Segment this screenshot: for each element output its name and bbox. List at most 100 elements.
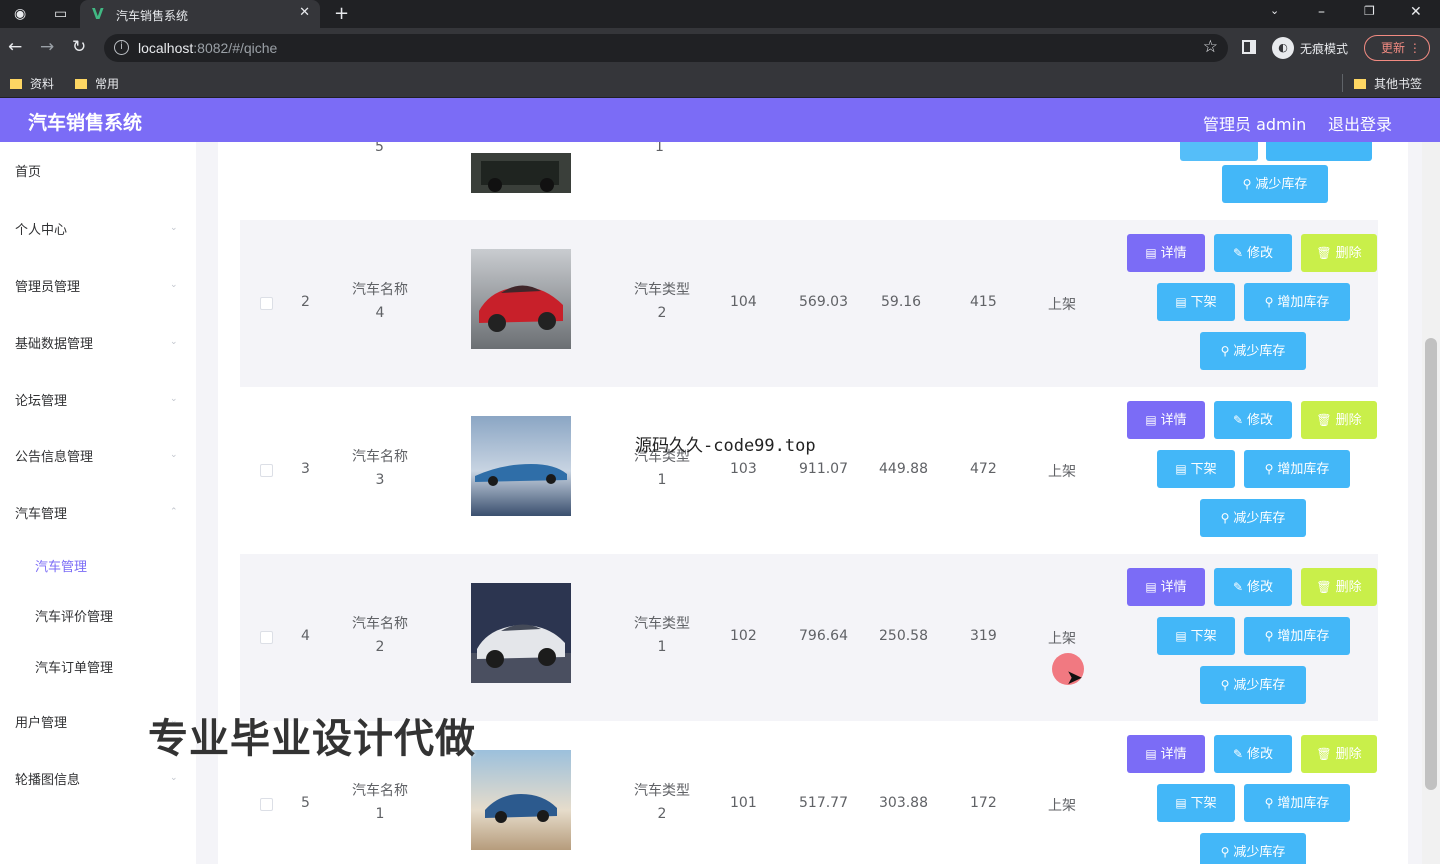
detail-button[interactable]: ▤ 详情 [1127,401,1205,439]
window-close-icon[interactable]: ✕ [1410,4,1422,20]
reload-icon[interactable]: ↻ [72,37,86,57]
cell-index: 5 [375,142,384,155]
address-bar[interactable]: i localhost:8082/#/qiche ☆ [104,34,1228,62]
close-icon[interactable]: ✕ [299,5,310,20]
detail-button[interactable]: ▤ 详情 [1127,234,1205,272]
sidebar-subitem-car-manage[interactable]: 汽车管理 [35,556,87,575]
new-tab-icon[interactable]: + [334,3,349,24]
row-checkbox[interactable] [260,631,273,644]
location-icon: ⚲ [1220,678,1230,692]
sidebar-item-basic-data[interactable]: 基础数据管理 [15,333,93,352]
side-panel-icon[interactable] [1242,40,1256,54]
sidebar-item-notices[interactable]: 公告信息管理 [15,446,93,465]
detail-button[interactable]: ▤ 详情 [1127,735,1205,773]
update-button[interactable]: 更新 ⋮ [1364,35,1430,61]
car-image[interactable] [471,249,571,349]
stock-down-button[interactable]: ⚲ 减少库存 [1200,332,1306,370]
app-title: 汽车销售系统 [28,112,143,134]
cell-col2: 796.64 [799,628,848,644]
offshelf-button[interactable]: ▤ 下架 [1157,283,1235,321]
chevron-up-icon: ⌃ [170,507,178,517]
stock-up-button[interactable]: ⚲ 增加库存 [1244,283,1350,321]
edit-button[interactable]: ✎ 修改 [1214,401,1292,439]
document-icon: ▤ [1175,629,1187,643]
row-checkbox[interactable] [260,297,273,310]
stock-down-button[interactable]: ⚲ 减少库存 [1200,833,1306,864]
sidebar-item-carousel[interactable]: 轮播图信息 [15,769,80,788]
stock-down-button[interactable]: ⚲ 减少库存 [1200,666,1306,704]
offshelf-button[interactable]: ▤ 下架 [1157,617,1235,655]
tab-overview-icon[interactable]: ▭ [54,6,67,22]
delete-button[interactable]: 🗑 删除 [1301,234,1377,272]
delete-button[interactable]: 🗑 删除 [1301,568,1377,606]
button-label: 删除 [1335,747,1362,762]
sidebar-item-cars[interactable]: 汽车管理 [15,503,67,522]
sidebar-item-forum[interactable]: 论坛管理 [15,390,67,409]
offshelf-button[interactable]: ▤ 下架 [1157,784,1235,822]
car-image[interactable] [471,583,571,683]
name-value: 4 [375,305,385,321]
bookmark-folder-1[interactable]: 资料 [10,75,54,92]
stock-up-button[interactable]: ⚲ 增加库存 [1244,450,1350,488]
sidebar-item-admins[interactable]: 管理员管理 [15,276,80,295]
cell-col1: 103 [730,461,757,477]
delete-button[interactable]: 🗑 删除 [1301,401,1377,439]
row-checkbox[interactable] [260,464,273,477]
scrollbar-thumb[interactable] [1425,338,1437,790]
logout-link[interactable]: 退出登录 [1328,111,1392,135]
cell-type: 汽车类型 2 [630,780,694,826]
type-value: 2 [657,806,667,822]
car-image[interactable] [471,750,571,850]
sidebar-item-users[interactable]: 用户管理 [15,712,67,731]
cell-col4: 172 [970,795,997,811]
detail-button[interactable]: ▤ 详情 [1127,568,1205,606]
source-watermark-text: 源码久久-code99.top [635,436,816,456]
edit-button[interactable] [1180,142,1258,161]
offshelf-button[interactable]: ▤ 下架 [1157,450,1235,488]
car-image[interactable] [471,153,571,193]
edit-button[interactable]: ✎ 修改 [1214,234,1292,272]
button-label: 增加库存 [1277,295,1330,310]
stock-down-button[interactable]: ⚲ 减少库存 [1200,499,1306,537]
car-image[interactable] [471,416,571,516]
sidebar-item-home[interactable]: 首页 [15,161,41,180]
sidebar-subitem-car-reviews[interactable]: 汽车评价管理 [35,606,113,625]
type-label: 汽车类型 [634,282,690,298]
browser-tab[interactable]: V 汽车销售系统 ✕ [80,0,320,28]
bookmark-folder-2[interactable]: 常用 [75,75,119,92]
minimize-icon[interactable]: – [1318,4,1325,20]
page-scrollbar[interactable] [1422,142,1440,864]
row-checkbox[interactable] [260,798,273,811]
chevron-down-icon: ⌄ [170,337,178,347]
chevron-down-icon: ⌄ [170,280,178,290]
restore-icon[interactable]: ❐ [1364,4,1375,18]
delete-button[interactable]: 🗑 删除 [1301,735,1377,773]
document-icon: ▤ [1175,796,1187,810]
chevron-down-icon: ⌄ [170,223,178,233]
button-label: 下架 [1190,796,1217,811]
chevron-down-icon[interactable]: ⌄ [1270,4,1279,17]
forward-icon[interactable]: → [40,37,54,57]
cell-name: 汽车名称 3 [348,446,412,492]
stock-down-button[interactable]: ⚲ 减少库存 [1222,165,1328,203]
sidebar-item-profile[interactable]: 个人中心 [15,219,67,238]
table-row: 2 汽车名称 4 汽车类型 2 104 569.03 59.16 415 上架 ▤ 详… [240,220,1378,387]
table-row: 3 汽车名称 3 汽车类型 1 103 911.07 449.88 472 上架 ▤… [240,387,1378,554]
stock-up-button[interactable]: ⚲ 增加库存 [1244,617,1350,655]
bookmark-star-icon[interactable]: ☆ [1203,37,1218,57]
stock-up-button[interactable] [1266,142,1372,161]
other-bookmarks[interactable]: 其他书签 [1354,75,1422,92]
browser-toolbar: ← → ↻ i localhost:8082/#/qiche ☆ ◐ 无痕模式 … [0,28,1440,68]
cell-index: 3 [301,461,310,477]
back-icon[interactable]: ← [8,37,22,57]
url-text[interactable]: localhost:8082/#/qiche [138,40,277,56]
globe-icon[interactable]: ◉ [14,6,26,22]
chevron-down-icon: ⌄ [170,450,178,460]
info-icon[interactable]: i [114,40,129,55]
document-icon: ▤ [1175,295,1187,309]
edit-button[interactable]: ✎ 修改 [1214,568,1292,606]
edit-button[interactable]: ✎ 修改 [1214,735,1292,773]
incognito-icon[interactable]: ◐ [1272,37,1294,59]
sidebar-subitem-car-orders[interactable]: 汽车订单管理 [35,657,113,676]
stock-up-button[interactable]: ⚲ 增加库存 [1244,784,1350,822]
